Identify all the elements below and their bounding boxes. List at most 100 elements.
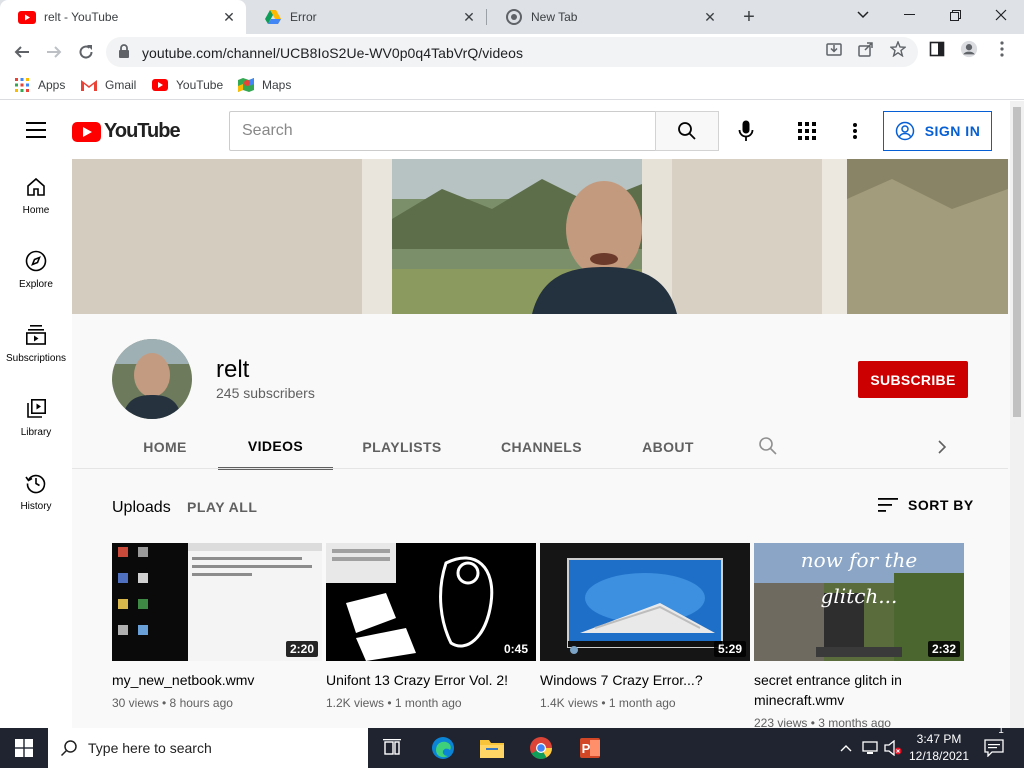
video-card[interactable]: now for the glitch... 2:32 secret entran… (754, 543, 964, 728)
tab-search-chevron-icon[interactable] (840, 0, 886, 30)
video-thumbnail[interactable]: 2:20 (112, 543, 322, 661)
compass-icon (25, 250, 47, 272)
thumb-overlay-text-line-1: now for the (801, 548, 918, 572)
bookmark-star-icon[interactable] (889, 40, 907, 58)
video-thumbnail[interactable]: 5:29 (540, 543, 750, 661)
microphone-icon (738, 120, 754, 141)
youtube-play-logo-icon (72, 121, 101, 142)
forward-arrow-icon[interactable] (40, 38, 68, 66)
gmail-icon (81, 77, 97, 93)
video-meta: 1.2K views • 1 month ago (326, 696, 462, 710)
share-icon[interactable] (857, 40, 875, 58)
bookmark-label: YouTube (176, 78, 224, 92)
scrollbar-thumb[interactable] (1013, 107, 1021, 417)
video-title[interactable]: secret entrance glitch in minecraft.wmv (754, 670, 964, 710)
restore-icon[interactable] (932, 0, 978, 30)
new-tab-plus-icon[interactable]: + (737, 5, 761, 29)
sidebar-item-subscriptions[interactable]: Subscriptions (0, 307, 72, 381)
youtube-icon (152, 77, 168, 93)
reload-icon[interactable] (72, 38, 100, 66)
chrome-taskbar-icon[interactable] (525, 732, 557, 764)
video-card[interactable]: 2:20 my_new_netbook.wmv 30 views • 8 hou… (112, 543, 322, 710)
bookmark-apps[interactable]: Apps (14, 76, 65, 94)
clock-time: 3:47 PM (916, 732, 962, 746)
close-tab-icon[interactable]: ✕ (220, 8, 238, 26)
file-explorer-icon[interactable] (476, 732, 508, 764)
video-duration: 2:20 (285, 641, 318, 657)
tab-new-tab[interactable]: New Tab ✕ (487, 0, 727, 34)
tab-about[interactable]: ABOUT (612, 424, 724, 470)
notification-count-badge: 1 (998, 724, 1004, 736)
minimize-icon[interactable] (886, 0, 932, 30)
sidebar-item-home[interactable]: Home (0, 159, 72, 233)
sidebar-item-label: Library (20, 427, 52, 438)
bookmark-maps[interactable]: Maps (238, 76, 291, 94)
subscriber-count: 245 subscribers (216, 385, 315, 401)
channel-avatar[interactable] (112, 339, 192, 419)
video-title[interactable]: my_new_netbook.wmv (112, 670, 322, 690)
powerpoint-icon[interactable]: P (574, 732, 606, 764)
sidebar-item-explore[interactable]: Explore (0, 233, 72, 307)
video-card[interactable]: 5:29 Windows 7 Crazy Error...? 1.4K view… (540, 543, 750, 710)
youtube-logo[interactable]: YouTube (72, 120, 181, 143)
browser-tab-strip: relt - YouTube ✕ Error ✕ New Tab ✕ + (0, 0, 1024, 34)
side-panel-icon[interactable] (928, 40, 946, 58)
browser-toolbar: youtube.com/channel/UCB8IoS2Ue-WV0p0q4Ta… (0, 34, 1024, 70)
profile-avatar-icon[interactable] (960, 40, 978, 58)
close-window-icon[interactable] (978, 0, 1024, 30)
search-icon (60, 740, 77, 757)
chrome-menu-kebab-icon[interactable] (993, 40, 1011, 58)
tab-title: Error (290, 10, 317, 24)
play-all-button[interactable]: PLAY ALL (187, 499, 257, 515)
sign-in-button[interactable]: SIGN IN (883, 111, 992, 151)
tab-title: New Tab (531, 10, 578, 24)
channel-search-icon[interactable] (758, 436, 778, 456)
back-arrow-icon[interactable] (8, 38, 36, 66)
hamburger-menu-icon[interactable] (26, 122, 46, 138)
search-input[interactable] (230, 112, 655, 150)
task-view-icon[interactable] (376, 732, 408, 764)
tab-videos[interactable]: VIDEOS (218, 424, 333, 470)
settings-more-button[interactable] (840, 115, 870, 147)
chevron-right-icon[interactable] (932, 437, 952, 457)
video-thumbnail[interactable]: now for the glitch... 2:32 (754, 543, 964, 661)
taskbar-search-box[interactable]: Type here to search (48, 728, 368, 768)
tab-home[interactable]: HOME (112, 424, 218, 470)
subscribe-button[interactable]: SUBSCRIBE (858, 361, 968, 398)
network-icon[interactable] (860, 728, 880, 768)
video-title[interactable]: Unifont 13 Crazy Error Vol. 2! (326, 670, 536, 690)
video-title[interactable]: Windows 7 Crazy Error...? (540, 670, 750, 690)
search-button[interactable] (655, 111, 719, 151)
youtube-sidebar: Home Explore Subscriptions Library Histo… (0, 159, 72, 728)
start-button[interactable] (0, 728, 48, 768)
bookmark-youtube[interactable]: YouTube (152, 76, 223, 94)
sidebar-item-history[interactable]: History (0, 455, 72, 529)
edge-browser-icon[interactable] (427, 732, 459, 764)
channel-header: relt 245 subscribers SUBSCRIBE HOME VIDE… (72, 314, 1008, 470)
search-box (229, 111, 656, 151)
address-bar[interactable]: youtube.com/channel/UCB8IoS2Ue-WV0p0q4Ta… (106, 37, 918, 67)
close-tab-icon[interactable]: ✕ (460, 8, 478, 26)
youtube-favicon-icon (18, 8, 36, 26)
history-icon (25, 474, 46, 494)
voice-search-button[interactable] (730, 115, 762, 147)
maps-icon (238, 77, 254, 93)
tab-channels[interactable]: CHANNELS (471, 424, 612, 470)
install-app-icon[interactable] (825, 40, 843, 58)
video-card[interactable]: 0:45 Unifont 13 Crazy Error Vol. 2! 1.2K… (326, 543, 536, 710)
sort-by-button[interactable]: SORT BY (878, 497, 974, 513)
uploads-title[interactable]: Uploads (112, 499, 171, 517)
page-scrollbar[interactable] (1010, 101, 1024, 728)
sidebar-item-library[interactable]: Library (0, 381, 72, 455)
tab-error[interactable]: Error ✕ (246, 0, 486, 34)
bookmark-gmail[interactable]: Gmail (81, 76, 136, 94)
lock-icon[interactable] (118, 44, 132, 60)
youtube-apps-button[interactable] (792, 115, 822, 147)
tab-playlists[interactable]: PLAYLISTS (333, 424, 471, 470)
library-icon (27, 398, 46, 418)
close-tab-icon[interactable]: ✕ (701, 8, 719, 26)
tab-relt-youtube[interactable]: relt - YouTube ✕ (0, 0, 246, 34)
show-hidden-icons-chevron-icon[interactable] (836, 728, 856, 768)
system-clock[interactable]: 3:47 PM 12/18/2021 (900, 731, 978, 765)
video-thumbnail[interactable]: 0:45 (326, 543, 536, 661)
